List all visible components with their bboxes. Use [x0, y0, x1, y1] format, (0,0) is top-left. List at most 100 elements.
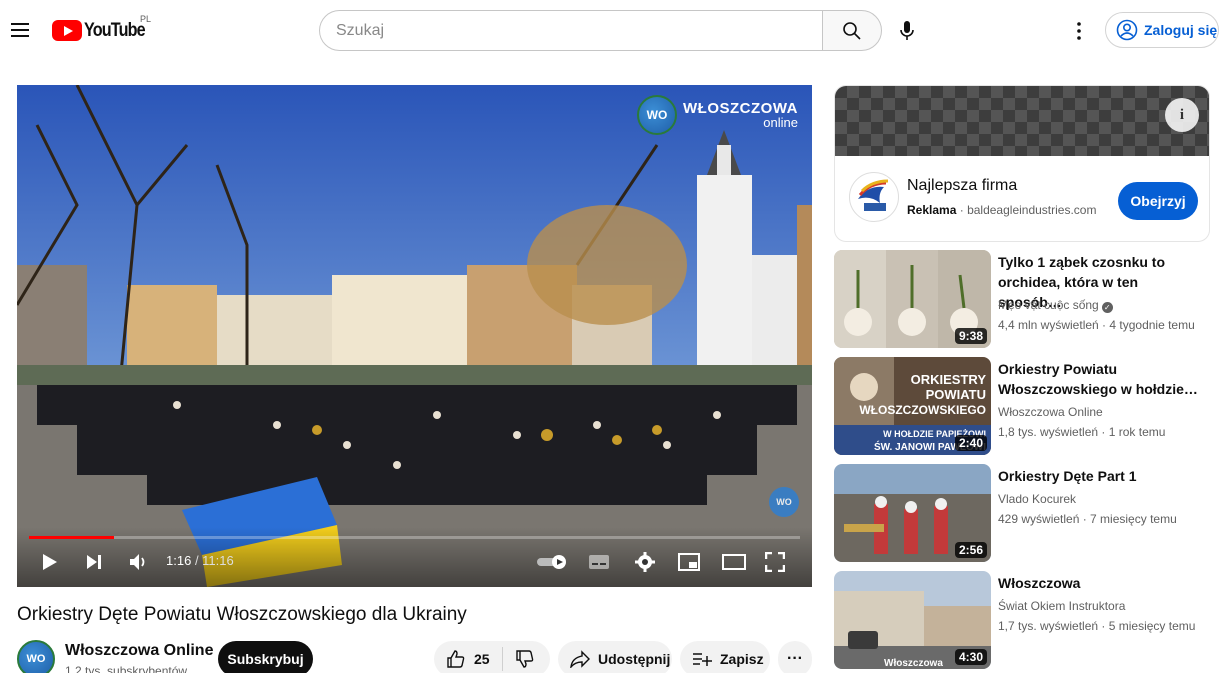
subscribe-button[interactable]: Subskrybuj [218, 641, 313, 673]
video-player[interactable]: WO WŁOSZCZOWA online WO 1:16 / 11:16 [17, 85, 812, 587]
like-dislike-group: 25 [434, 641, 550, 673]
recommended-video[interactable]: 2:56 Orkiestry Dęte Part 1 Vlado Kocurek… [834, 464, 1214, 564]
like-button[interactable]: 25 [434, 649, 502, 669]
autoplay-toggle[interactable] [537, 549, 569, 575]
thumb-line: ORKIESTRY [911, 372, 987, 387]
video-thumbnail[interactable]: Włoszczowa 4:30 [834, 571, 991, 669]
save-label: Zapisz [720, 651, 764, 667]
video-title: Orkiestry Dęte Powiatu Włoszczowskiego d… [17, 604, 467, 625]
video-duration: 9:38 [954, 328, 987, 344]
microphone-icon [900, 21, 914, 40]
miniplayer-icon [678, 553, 700, 571]
settings-more-button[interactable] [1066, 16, 1092, 46]
play-button[interactable] [37, 549, 63, 575]
recommended-video[interactable]: 9:38 Tylko 1 ząbek czosnku to orchidea, … [834, 250, 1214, 350]
masthead: YouTube PL Szukaj Zaloguj się [0, 0, 1224, 62]
share-icon [570, 650, 590, 668]
progress-bar[interactable] [29, 536, 800, 539]
video-frame [17, 85, 812, 587]
thumb-line: POWIATU [926, 387, 986, 402]
menu-icon[interactable] [8, 18, 32, 42]
save-playlist-icon [693, 653, 712, 666]
time-display: 1:16 / 11:16 [166, 553, 234, 568]
watermark-brand: WŁOSZCZOWA [683, 100, 798, 117]
video-stats: 4,4 mln wyświetleń · 4 tygodnie temu [998, 318, 1195, 332]
search-button[interactable] [822, 10, 882, 51]
settings-button[interactable] [633, 549, 657, 575]
ad-meta: Reklama · baldeagleindustries.com [907, 203, 1097, 217]
ad-info-icon[interactable]: i [1165, 98, 1199, 132]
search-icon [843, 21, 861, 40]
thumbs-up-icon [447, 650, 465, 668]
advertiser-logo-icon [858, 179, 889, 211]
like-count: 25 [474, 651, 490, 667]
channel-name[interactable]: Włoszczowa Online [65, 642, 213, 660]
share-label: Udostępnij [598, 651, 671, 667]
channel-watermark: WO WŁOSZCZOWA online [637, 95, 798, 135]
channel-name[interactable]: Włoszczowa Online [998, 405, 1103, 419]
youtube-play-icon [52, 20, 82, 41]
current-time: 1:16 [166, 553, 192, 568]
account-icon [1116, 19, 1138, 41]
channel-avatar[interactable]: WO [17, 640, 55, 673]
next-button[interactable] [81, 549, 107, 575]
dislike-button[interactable] [503, 649, 535, 669]
search-placeholder: Szukaj [336, 21, 385, 39]
video-thumbnail[interactable]: 9:38 [834, 250, 991, 348]
corner-watermark: WO [769, 487, 799, 517]
player-controls: 1:16 / 11:16 [17, 527, 812, 587]
video-thumbnail[interactable]: 2:56 [834, 464, 991, 562]
subtitles-button[interactable] [587, 549, 611, 575]
duration: 11:16 [202, 553, 234, 568]
play-icon [43, 554, 57, 570]
more-actions-button[interactable]: ··· [778, 641, 812, 673]
channel-name[interactable]: Mẹo vặt cuộc sống ✓ [998, 298, 1113, 313]
volume-button[interactable] [125, 549, 153, 575]
ad-domain: baldeagleindustries.com [967, 203, 1097, 217]
sign-in-label: Zaloguj się [1144, 22, 1218, 38]
recommended-video[interactable]: Włoszczowa 4:30 Włoszczowa Świat Okiem I… [834, 571, 1214, 671]
channel-name[interactable]: Vlado Kocurek [998, 492, 1076, 506]
subtitles-icon [589, 555, 609, 569]
fullscreen-icon [765, 552, 785, 572]
fullscreen-button[interactable] [763, 549, 787, 575]
ad-watch-button[interactable]: Obejrzyj [1118, 182, 1198, 220]
recommended-video[interactable]: ORKIESTRY POWIATU WŁOSZCZOWSKIEGO W HOŁD… [834, 357, 1214, 457]
autoplay-toggle-icon [537, 555, 566, 569]
verified-icon: ✓ [1101, 302, 1113, 313]
theater-mode-button[interactable] [721, 549, 747, 575]
watermark-brand-sub: online [763, 115, 798, 130]
share-button[interactable]: Udostępnij [558, 641, 672, 673]
video-stats: 1,8 tys. wyświetleń · 1 rok temu [998, 425, 1166, 439]
theater-icon [722, 554, 746, 570]
volume-icon [130, 554, 145, 570]
search-input[interactable]: Szukaj [319, 10, 822, 51]
more-vertical-icon [1077, 22, 1081, 40]
thumbs-down-icon [516, 650, 534, 668]
gear-icon [635, 552, 655, 572]
video-stats: 1,7 tys. wyświetleń · 5 miesięcy temu [998, 619, 1196, 633]
thumb-caption: Włoszczowa [884, 658, 943, 669]
voice-search-button[interactable] [888, 12, 926, 50]
ad-banner [835, 86, 1209, 156]
video-duration: 2:40 [954, 435, 987, 451]
video-thumbnail[interactable]: ORKIESTRY POWIATU WŁOSZCZOWSKIEGO W HOŁD… [834, 357, 991, 455]
ad-card[interactable]: i Najlepsza firma Reklama · baldeagleind… [834, 85, 1210, 242]
sign-in-button[interactable]: Zaloguj się [1105, 12, 1219, 48]
save-button[interactable]: Zapisz [680, 641, 770, 673]
next-icon [87, 555, 101, 569]
ad-label: Reklama [907, 203, 957, 217]
subscriber-count: 1,2 tys. subskrybentów [65, 664, 188, 673]
advertiser-logo [849, 172, 899, 222]
video-duration: 2:56 [954, 542, 987, 558]
country-code: PL [140, 14, 152, 24]
video-stats: 429 wyświetleń · 7 miesięcy temu [998, 512, 1177, 526]
video-title[interactable]: Włoszczowa [998, 573, 1203, 593]
ad-title: Najlepsza firma [907, 177, 1018, 194]
video-title[interactable]: Orkiestry Powiatu Włoszczowskiego w hołd… [998, 359, 1203, 399]
thumb-line: WŁOSZCZOWSKIEGO [859, 403, 986, 417]
video-title[interactable]: Orkiestry Dęte Part 1 [998, 466, 1203, 486]
miniplayer-button[interactable] [677, 549, 701, 575]
channel-watermark-badge: WO [637, 95, 678, 135]
channel-name[interactable]: Świat Okiem Instruktora [998, 599, 1125, 613]
